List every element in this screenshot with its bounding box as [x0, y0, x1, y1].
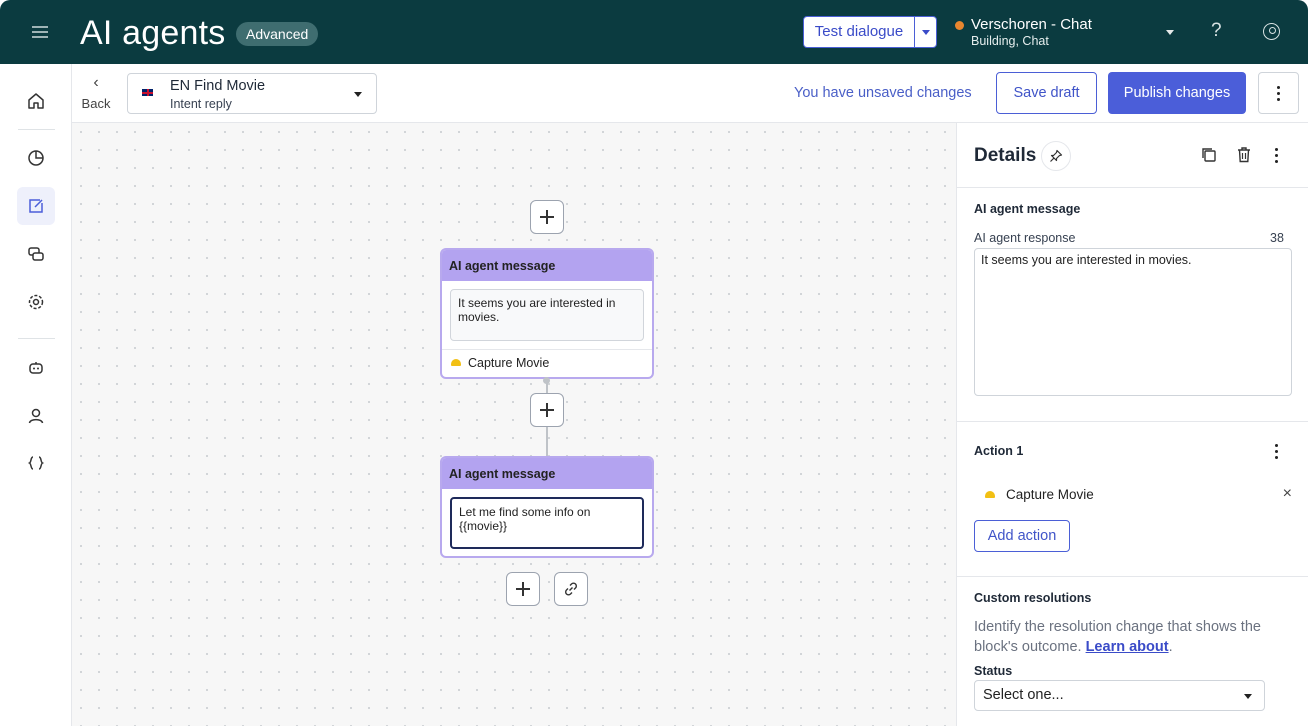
block-title: AI agent message	[442, 458, 652, 489]
chevron-down-icon	[1244, 694, 1252, 699]
test-dialogue-label[interactable]: Test dialogue	[804, 17, 915, 47]
editor-toolbar: ‹ Back EN Find Movie Intent reply You ha…	[72, 64, 1308, 123]
delete-trash-icon[interactable]	[1236, 146, 1252, 168]
kebab-icon[interactable]	[1275, 148, 1278, 163]
pin-icon[interactable]	[1041, 141, 1071, 171]
person-icon[interactable]	[17, 397, 55, 435]
test-dialogue-button[interactable]: Test dialogue	[803, 16, 937, 48]
code-braces-icon[interactable]	[17, 444, 55, 482]
add-action-button[interactable]: Add action	[974, 520, 1070, 552]
chevron-down-icon	[921, 29, 930, 35]
status-value: Select one...	[983, 687, 1064, 703]
bot-icon[interactable]	[17, 349, 55, 387]
section-divider	[957, 421, 1308, 422]
close-icon[interactable]: ×	[1283, 485, 1292, 503]
details-panel: Details AI agent message AI agent respon…	[956, 123, 1308, 726]
status-dot-icon	[955, 21, 964, 30]
block-action-label: Capture Movie	[468, 356, 550, 370]
workspace-chevron-down-icon[interactable]	[1166, 30, 1174, 35]
workspace-sub: Building, Chat	[971, 34, 1049, 48]
add-block-button[interactable]	[530, 393, 564, 427]
details-header: Details	[957, 123, 1308, 188]
response-textarea[interactable]: It seems you are interested in movies.	[974, 248, 1292, 396]
menu-icon[interactable]	[32, 26, 48, 38]
settings-gear-icon[interactable]	[17, 283, 55, 321]
capture-icon	[985, 491, 995, 498]
flow-block[interactable]: AI agent message It seems you are intere…	[440, 248, 654, 379]
conversations-icon[interactable]	[17, 235, 55, 273]
block-action[interactable]: Capture Movie	[442, 349, 652, 376]
add-block-button[interactable]	[530, 200, 564, 234]
home-icon[interactable]	[17, 82, 55, 120]
nav-divider	[18, 129, 55, 130]
block-message[interactable]: It seems you are interested in movies.	[450, 289, 644, 341]
more-options-button[interactable]	[1258, 72, 1299, 114]
uk-flag-icon	[141, 88, 154, 97]
page-title: AI agents	[80, 14, 226, 52]
plan-badge: Advanced	[236, 22, 319, 46]
action-kebab-icon[interactable]	[1275, 444, 1278, 459]
custom-resolutions-title: Custom resolutions	[974, 591, 1092, 605]
block-title: AI agent message	[442, 250, 652, 281]
flow-block[interactable]: AI agent message Let me find some info o…	[440, 456, 654, 558]
section-title: AI agent message	[974, 202, 1081, 216]
link-block-button[interactable]	[554, 572, 588, 606]
status-label: Status	[974, 664, 1013, 678]
save-draft-button[interactable]: Save draft	[996, 72, 1097, 114]
intent-type: Intent reply	[170, 97, 232, 111]
action-item-label: Capture Movie	[1006, 487, 1094, 502]
workspace-name: Verschoren - Chat	[971, 16, 1092, 33]
character-count: 38	[1270, 231, 1284, 245]
add-block-button[interactable]	[506, 572, 540, 606]
action-title: Action 1	[974, 444, 1024, 458]
test-dialogue-dropdown[interactable]	[915, 17, 936, 47]
details-title: Details	[974, 145, 1037, 166]
response-label: AI agent response	[974, 231, 1076, 245]
edit-icon[interactable]	[17, 187, 55, 225]
link-icon	[564, 582, 578, 596]
intent-selector[interactable]: EN Find Movie Intent reply	[127, 73, 377, 114]
block-message[interactable]: Let me find some info on {{movie}}	[450, 497, 644, 549]
analytics-pie-icon[interactable]	[17, 139, 55, 177]
user-account-icon[interactable]	[1263, 23, 1280, 40]
chevron-left-icon: ‹	[93, 74, 99, 91]
status-select[interactable]: Select one...	[974, 680, 1265, 711]
section-divider	[957, 576, 1308, 577]
flow-canvas[interactable]: AI agent message It seems you are intere…	[72, 123, 956, 726]
help-icon[interactable]: ?	[1211, 20, 1222, 42]
publish-changes-button[interactable]: Publish changes	[1108, 72, 1246, 114]
learn-about-link[interactable]: Learn about	[1086, 639, 1169, 655]
chevron-down-icon	[354, 92, 362, 97]
custom-resolutions-description: Identify the resolution change that show…	[974, 617, 1294, 657]
kebab-icon	[1277, 85, 1280, 101]
nav-divider	[18, 338, 55, 339]
duplicate-icon[interactable]	[1200, 146, 1217, 168]
description-end: .	[1168, 639, 1173, 655]
unsaved-changes-notice: You have unsaved changes	[794, 85, 972, 101]
top-header: AI agents Advanced Test dialogue Verscho…	[0, 0, 1308, 64]
back-label: Back	[81, 96, 111, 111]
left-nav-rail	[0, 64, 72, 726]
connector-line	[546, 381, 548, 393]
intent-name: EN Find Movie	[170, 78, 266, 94]
connector-line	[546, 427, 548, 457]
capture-icon	[451, 359, 461, 366]
back-button[interactable]: ‹ Back	[80, 74, 112, 112]
action-item[interactable]: Capture Movie ×	[974, 485, 1292, 503]
